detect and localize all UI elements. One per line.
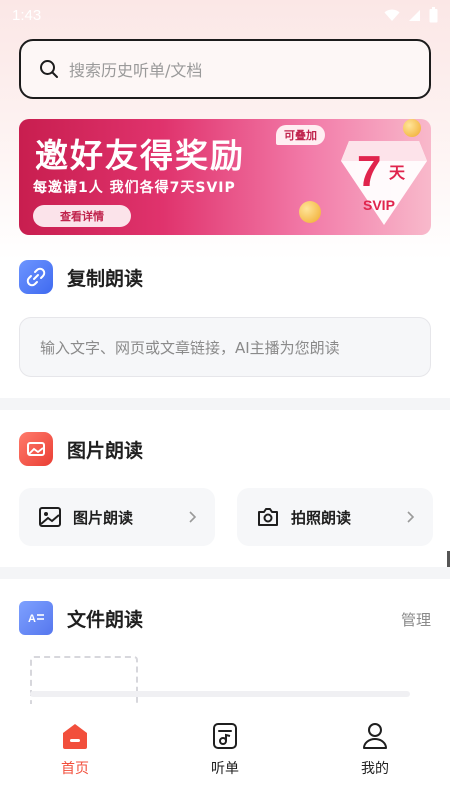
copy-read-placeholder: 输入文字、网页或文章链接，AI主播为您朗读 <box>40 338 340 357</box>
status-bar: 1:43 <box>0 0 450 30</box>
search-placeholder: 搜索历史听单/文档 <box>69 61 203 80</box>
section-divider <box>0 567 450 579</box>
list-placeholder <box>30 691 410 697</box>
profile-icon <box>363 723 387 749</box>
signal-icon <box>409 9 420 21</box>
banner-details-button[interactable]: 查看详情 <box>33 205 131 227</box>
image-read-card[interactable]: 图片朗读 <box>19 488 215 546</box>
section-divider <box>0 398 450 410</box>
badge-svip: SVIP <box>363 197 395 213</box>
wifi-icon <box>384 9 400 21</box>
file-read-header: A 文件朗读 <box>19 601 143 635</box>
search-input[interactable]: 搜索历史听单/文档 <box>19 39 431 99</box>
copy-read-header: 复制朗读 <box>19 260 143 294</box>
chevron-right-icon <box>407 511 415 523</box>
bottom-tabbar: 首页 听单 我的 <box>0 704 450 799</box>
copy-read-input[interactable]: 输入文字、网页或文章链接，AI主播为您朗读 <box>19 317 431 377</box>
image-read-card-label: 图片朗读 <box>73 508 134 527</box>
banner-title: 邀好友得奖励 <box>35 136 245 175</box>
copy-read-title: 复制朗读 <box>67 267 144 290</box>
coin-decoration <box>299 201 321 223</box>
file-read-title: 文件朗读 <box>67 608 144 631</box>
file-icon: A <box>19 601 53 635</box>
svip-badge: 7 天 SVIP <box>341 133 427 229</box>
svg-text:A: A <box>28 613 36 625</box>
photo-read-card-label: 拍照朗读 <box>291 508 352 527</box>
tab-playlist-label: 听单 <box>211 761 239 777</box>
tab-home-label: 首页 <box>61 761 89 777</box>
camera-icon <box>258 508 278 526</box>
chevron-right-icon <box>189 511 197 523</box>
status-icons <box>384 7 438 23</box>
photo-read-card[interactable]: 拍照朗读 <box>237 488 433 546</box>
tab-profile-label: 我的 <box>361 761 389 777</box>
search-icon <box>40 60 58 78</box>
link-icon <box>19 260 53 294</box>
tab-home[interactable]: 首页 <box>35 722 115 778</box>
badge-number: 7 <box>357 147 382 196</box>
status-time: 1:43 <box>12 6 42 24</box>
image-icon <box>39 507 61 527</box>
image-read-header: 图片朗读 <box>19 432 143 466</box>
tab-profile[interactable]: 我的 <box>335 722 415 778</box>
picture-icon <box>19 432 53 466</box>
battery-icon <box>429 7 438 23</box>
banner-stackable-tag: 可叠加 <box>276 125 325 145</box>
image-read-title: 图片朗读 <box>67 439 144 462</box>
playlist-icon <box>213 723 237 749</box>
home-icon <box>63 724 87 749</box>
invite-banner[interactable]: 邀好友得奖励 每邀请1人 我们各得7天SVIP 查看详情 可叠加 7 天 SVI… <box>19 119 431 235</box>
tab-playlist[interactable]: 听单 <box>185 722 265 778</box>
manage-link[interactable]: 管理 <box>401 609 431 630</box>
badge-unit: 天 <box>389 163 406 182</box>
banner-subtitle: 每邀请1人 我们各得7天SVIP <box>33 180 236 196</box>
